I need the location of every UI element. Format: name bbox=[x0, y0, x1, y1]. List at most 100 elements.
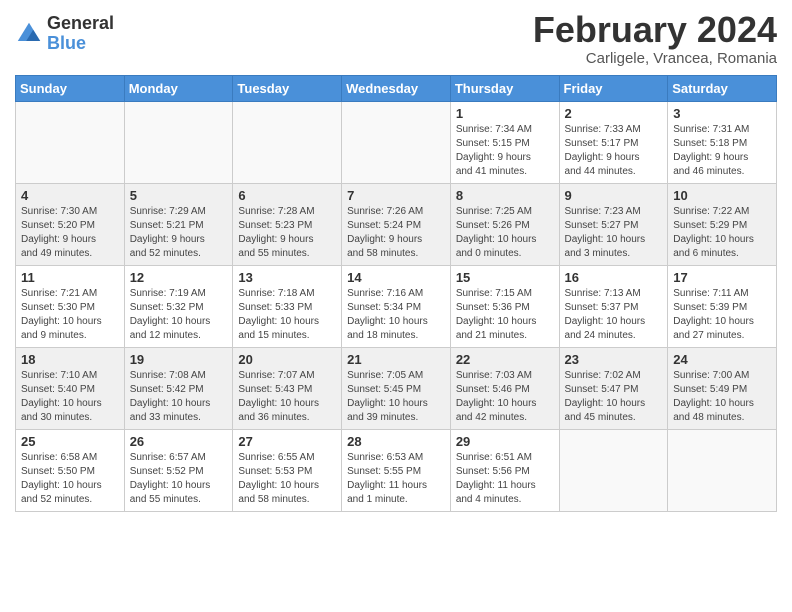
day-info: Sunrise: 6:51 AM Sunset: 5:56 PM Dayligh… bbox=[456, 451, 554, 507]
day-info: Sunrise: 6:57 AM Sunset: 5:52 PM Dayligh… bbox=[130, 451, 228, 507]
col-header-sunday: Sunday bbox=[16, 75, 125, 101]
calendar-cell bbox=[668, 429, 777, 511]
day-number: 2 bbox=[565, 106, 663, 121]
calendar-cell bbox=[342, 101, 451, 183]
calendar-cell bbox=[16, 101, 125, 183]
day-number: 25 bbox=[21, 434, 119, 449]
day-info: Sunrise: 6:55 AM Sunset: 5:53 PM Dayligh… bbox=[238, 451, 336, 507]
calendar-cell: 3 Sunrise: 7:31 AM Sunset: 5:18 PM Daylig… bbox=[668, 101, 777, 183]
calendar-cell: 7 Sunrise: 7:26 AM Sunset: 5:24 PM Daylig… bbox=[342, 183, 451, 265]
col-header-thursday: Thursday bbox=[450, 75, 559, 101]
col-header-wednesday: Wednesday bbox=[342, 75, 451, 101]
day-info: Sunrise: 7:08 AM Sunset: 5:42 PM Dayligh… bbox=[130, 369, 228, 425]
logo-blue-text: Blue bbox=[47, 34, 114, 54]
calendar-cell: 19Sunrise: 7:08 AM Sunset: 5:42 PM Dayli… bbox=[124, 347, 233, 429]
day-number: 6 bbox=[238, 188, 336, 203]
calendar-cell: 8Sunrise: 7:25 AM Sunset: 5:26 PM Daylig… bbox=[450, 183, 559, 265]
calendar-cell bbox=[233, 101, 342, 183]
day-info: Sunrise: 7:33 AM Sunset: 5:17 PM Dayligh… bbox=[565, 123, 663, 179]
col-header-friday: Friday bbox=[559, 75, 668, 101]
calendar-cell: 13 Sunrise: 7:18 AM Sunset: 5:33 PM Dayli… bbox=[233, 265, 342, 347]
calendar-cell: 18 Sunrise: 7:10 AM Sunset: 5:40 PM Dayli… bbox=[16, 347, 125, 429]
calendar-cell: 1 Sunrise: 7:34 AM Sunset: 5:15 PM Daylig… bbox=[450, 101, 559, 183]
day-number: 20 bbox=[238, 352, 336, 367]
day-info: Sunrise: 7:26 AM Sunset: 5:24 PM Dayligh… bbox=[347, 205, 445, 261]
day-info: Sunrise: 7:34 AM Sunset: 5:15 PM Dayligh… bbox=[456, 123, 554, 179]
day-number: 11 bbox=[21, 270, 119, 285]
calendar-cell: 16 Sunrise: 7:13 AM Sunset: 5:37 PM Dayli… bbox=[559, 265, 668, 347]
day-number: 3 bbox=[673, 106, 771, 121]
calendar-week-row: 1 Sunrise: 7:34 AM Sunset: 5:15 PM Daylig… bbox=[16, 101, 777, 183]
calendar-cell: 24 Sunrise: 7:00 AM Sunset: 5:49 PM Dayli… bbox=[668, 347, 777, 429]
location-subtitle: Carligele, Vrancea, Romania bbox=[533, 50, 777, 67]
calendar-cell: 5 Sunrise: 7:29 AM Sunset: 5:21 PM Daylig… bbox=[124, 183, 233, 265]
calendar-cell: 29 Sunrise: 6:51 AM Sunset: 5:56 PM Dayli… bbox=[450, 429, 559, 511]
title-area: February 2024 Carligele, Vrancea, Romani… bbox=[533, 10, 777, 67]
calendar-cell bbox=[559, 429, 668, 511]
day-info: Sunrise: 7:18 AM Sunset: 5:33 PM Dayligh… bbox=[238, 287, 336, 343]
col-header-saturday: Saturday bbox=[668, 75, 777, 101]
calendar-cell bbox=[124, 101, 233, 183]
day-number: 15 bbox=[456, 270, 554, 285]
day-number: 12 bbox=[130, 270, 228, 285]
calendar-cell: 14 Sunrise: 7:16 AM Sunset: 5:34 PM Dayli… bbox=[342, 265, 451, 347]
day-info: Sunrise: 7:13 AM Sunset: 5:37 PM Dayligh… bbox=[565, 287, 663, 343]
logo: General Blue bbox=[15, 14, 114, 54]
day-number: 23 bbox=[565, 352, 663, 367]
calendar-week-row: 18 Sunrise: 7:10 AM Sunset: 5:40 PM Dayli… bbox=[16, 347, 777, 429]
day-number: 5 bbox=[130, 188, 228, 203]
calendar-cell: 2 Sunrise: 7:33 AM Sunset: 5:17 PM Daylig… bbox=[559, 101, 668, 183]
day-number: 21 bbox=[347, 352, 445, 367]
logo-general-text: General bbox=[47, 14, 114, 34]
day-number: 7 bbox=[347, 188, 445, 203]
calendar-cell: 26 Sunrise: 6:57 AM Sunset: 5:52 PM Dayli… bbox=[124, 429, 233, 511]
calendar-table: SundayMondayTuesdayWednesdayThursdayFrid… bbox=[15, 75, 777, 512]
day-number: 16 bbox=[565, 270, 663, 285]
day-info: Sunrise: 7:00 AM Sunset: 5:49 PM Dayligh… bbox=[673, 369, 771, 425]
day-info: Sunrise: 7:15 AM Sunset: 5:36 PM Dayligh… bbox=[456, 287, 554, 343]
day-info: Sunrise: 7:31 AM Sunset: 5:18 PM Dayligh… bbox=[673, 123, 771, 179]
day-info: Sunrise: 7:02 AM Sunset: 5:47 PM Dayligh… bbox=[565, 369, 663, 425]
day-info: Sunrise: 7:30 AM Sunset: 5:20 PM Dayligh… bbox=[21, 205, 119, 261]
calendar-cell: 20 Sunrise: 7:07 AM Sunset: 5:43 PM Dayli… bbox=[233, 347, 342, 429]
day-info: Sunrise: 7:19 AM Sunset: 5:32 PM Dayligh… bbox=[130, 287, 228, 343]
day-info: Sunrise: 7:22 AM Sunset: 5:29 PM Dayligh… bbox=[673, 205, 771, 261]
calendar-cell: 22 Sunrise: 7:03 AM Sunset: 5:46 PM Dayli… bbox=[450, 347, 559, 429]
logo-icon bbox=[15, 20, 43, 48]
calendar-week-row: 4Sunrise: 7:30 AM Sunset: 5:20 PM Daylig… bbox=[16, 183, 777, 265]
day-number: 18 bbox=[21, 352, 119, 367]
day-number: 27 bbox=[238, 434, 336, 449]
day-info: Sunrise: 7:10 AM Sunset: 5:40 PM Dayligh… bbox=[21, 369, 119, 425]
col-header-monday: Monday bbox=[124, 75, 233, 101]
day-info: Sunrise: 7:11 AM Sunset: 5:39 PM Dayligh… bbox=[673, 287, 771, 343]
calendar-cell: 21Sunrise: 7:05 AM Sunset: 5:45 PM Dayli… bbox=[342, 347, 451, 429]
month-title: February 2024 bbox=[533, 10, 777, 50]
calendar-week-row: 25 Sunrise: 6:58 AM Sunset: 5:50 PM Dayli… bbox=[16, 429, 777, 511]
calendar-cell: 17 Sunrise: 7:11 AM Sunset: 5:39 PM Dayli… bbox=[668, 265, 777, 347]
calendar-cell: 23 Sunrise: 7:02 AM Sunset: 5:47 PM Dayli… bbox=[559, 347, 668, 429]
day-info: Sunrise: 7:28 AM Sunset: 5:23 PM Dayligh… bbox=[238, 205, 336, 261]
day-number: 1 bbox=[456, 106, 554, 121]
header: General Blue February 2024 Carligele, Vr… bbox=[15, 10, 777, 67]
calendar-cell: 15 Sunrise: 7:15 AM Sunset: 5:36 PM Dayli… bbox=[450, 265, 559, 347]
day-info: Sunrise: 7:03 AM Sunset: 5:46 PM Dayligh… bbox=[456, 369, 554, 425]
day-info: Sunrise: 7:16 AM Sunset: 5:34 PM Dayligh… bbox=[347, 287, 445, 343]
col-header-tuesday: Tuesday bbox=[233, 75, 342, 101]
calendar-cell: 27 Sunrise: 6:55 AM Sunset: 5:53 PM Dayli… bbox=[233, 429, 342, 511]
day-number: 9 bbox=[565, 188, 663, 203]
day-info: Sunrise: 7:21 AM Sunset: 5:30 PM Dayligh… bbox=[21, 287, 119, 343]
day-number: 29 bbox=[456, 434, 554, 449]
day-info: Sunrise: 7:07 AM Sunset: 5:43 PM Dayligh… bbox=[238, 369, 336, 425]
calendar-cell: 10Sunrise: 7:22 AM Sunset: 5:29 PM Dayli… bbox=[668, 183, 777, 265]
calendar-cell: 9Sunrise: 7:23 AM Sunset: 5:27 PM Daylig… bbox=[559, 183, 668, 265]
day-number: 14 bbox=[347, 270, 445, 285]
day-info: Sunrise: 6:58 AM Sunset: 5:50 PM Dayligh… bbox=[21, 451, 119, 507]
day-number: 13 bbox=[238, 270, 336, 285]
day-info: Sunrise: 7:29 AM Sunset: 5:21 PM Dayligh… bbox=[130, 205, 228, 261]
day-number: 26 bbox=[130, 434, 228, 449]
day-number: 17 bbox=[673, 270, 771, 285]
calendar-cell: 28Sunrise: 6:53 AM Sunset: 5:55 PM Dayli… bbox=[342, 429, 451, 511]
day-number: 24 bbox=[673, 352, 771, 367]
day-number: 22 bbox=[456, 352, 554, 367]
calendar-header-row: SundayMondayTuesdayWednesdayThursdayFrid… bbox=[16, 75, 777, 101]
